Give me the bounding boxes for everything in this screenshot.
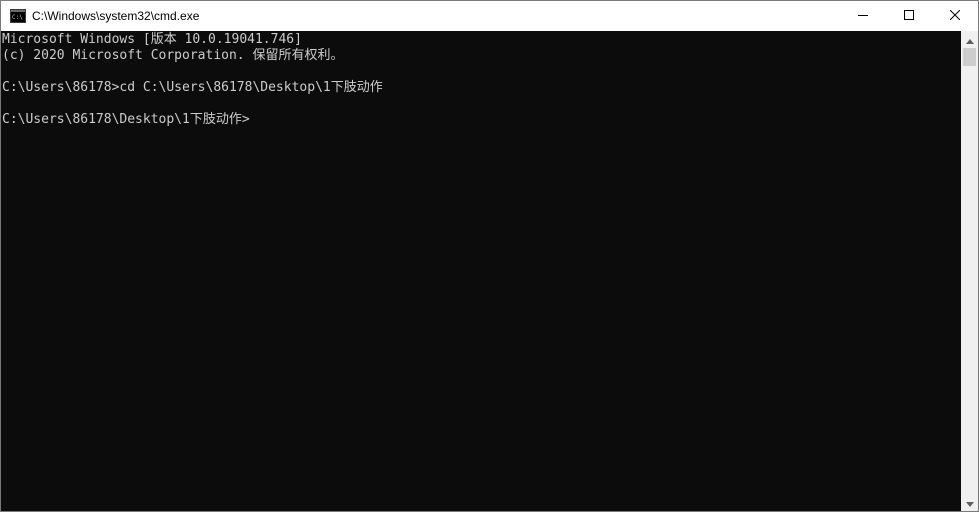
console-prompt-line[interactable]: C:\Users\86178\Desktop\1下肢动作> bbox=[2, 112, 961, 128]
scrollbar-thumb[interactable] bbox=[963, 48, 976, 66]
close-icon bbox=[949, 7, 961, 25]
scroll-up-arrow-icon bbox=[965, 31, 974, 49]
maximize-icon bbox=[904, 7, 914, 25]
close-button[interactable] bbox=[932, 1, 978, 31]
scroll-down-arrow-icon bbox=[965, 494, 974, 512]
scroll-down-button[interactable] bbox=[961, 494, 978, 511]
svg-text:C:\: C:\ bbox=[12, 14, 23, 21]
console-line: C:\Users\86178>cd C:\Users\86178\Desktop… bbox=[2, 80, 383, 95]
cmd-icon[interactable]: C:\ bbox=[10, 8, 26, 24]
vertical-scrollbar[interactable] bbox=[961, 31, 978, 511]
scroll-up-button[interactable] bbox=[961, 31, 978, 48]
minimize-button[interactable] bbox=[840, 1, 886, 31]
minimize-icon bbox=[858, 7, 868, 25]
console-output[interactable]: Microsoft Windows [版本 10.0.19041.746] (c… bbox=[1, 31, 961, 511]
title-bar[interactable]: C:\ C:\Windows\system32\cmd.exe bbox=[1, 1, 978, 31]
console-line: (c) 2020 Microsoft Corporation. 保留所有权利。 bbox=[2, 48, 344, 63]
cmd-window: C:\ C:\Windows\system32\cmd.exe Microsof… bbox=[0, 0, 979, 512]
window-controls bbox=[840, 1, 978, 31]
window-title: C:\Windows\system32\cmd.exe bbox=[32, 9, 200, 23]
console-line: Microsoft Windows [版本 10.0.19041.746] bbox=[2, 32, 302, 47]
maximize-button[interactable] bbox=[886, 1, 932, 31]
